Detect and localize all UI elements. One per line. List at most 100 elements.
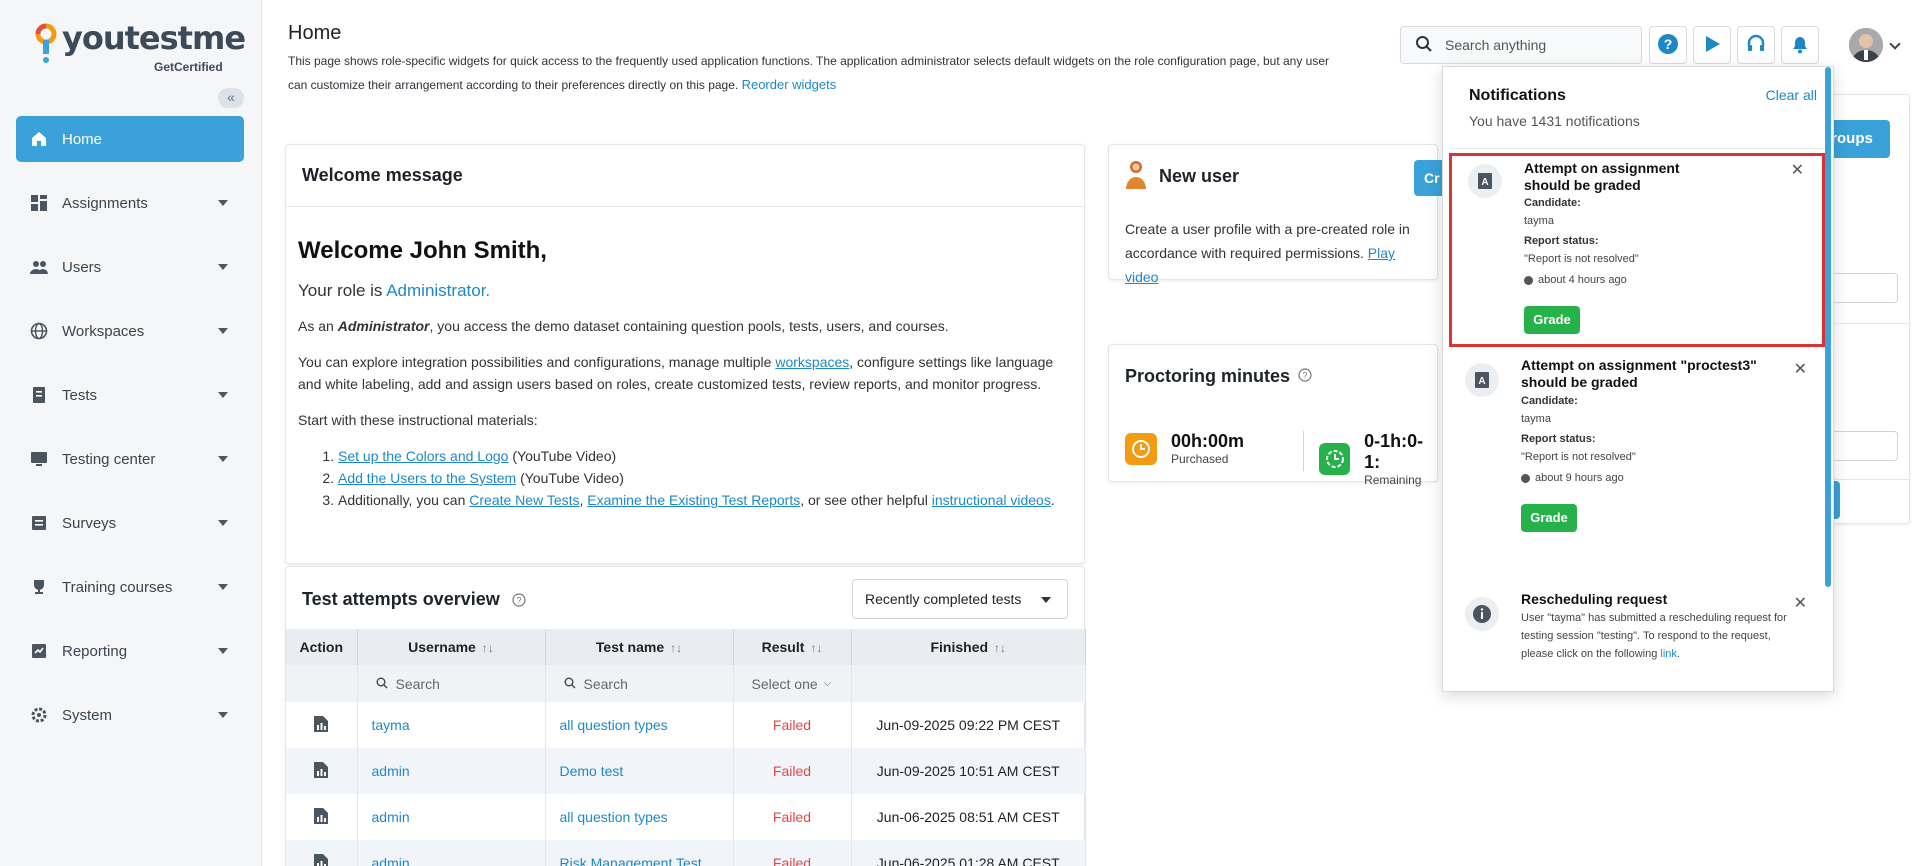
notification-item[interactable]: Rescheduling request ✕ User "tayma" has … [1449, 591, 1825, 691]
attempts-filter-dropdown[interactable]: Recently completed tests [852, 579, 1068, 619]
column-header-username[interactable]: Username ↑↓ [357, 629, 546, 665]
instructional-videos-link[interactable]: instructional videos [932, 492, 1051, 508]
clear-all-button[interactable]: Clear all [1766, 87, 1817, 103]
test-name-link[interactable]: all question types [560, 809, 668, 825]
purchased-stat: 00h:00m Purchased [1125, 431, 1244, 466]
username-filter[interactable]: Search [357, 665, 546, 702]
sidebar-item-tests[interactable]: Tests [16, 372, 244, 418]
chevron-down-icon [218, 264, 228, 270]
column-header-result[interactable]: Result ↑↓ [733, 629, 852, 665]
svg-text:?: ? [1664, 36, 1673, 52]
support-button[interactable] [1737, 26, 1775, 64]
sidebar-item-testing-center[interactable]: Testing center [16, 436, 244, 482]
sidebar-item-label: Training courses [62, 578, 173, 596]
new-user-text: Create a user profile with a pre-created… [1109, 207, 1437, 299]
report-status-label: Report status: [1521, 433, 1596, 445]
svg-text:?: ? [1303, 370, 1308, 380]
play-tutorial-button[interactable] [1693, 26, 1731, 64]
help-button[interactable]: ? [1649, 26, 1687, 64]
search-input[interactable]: Search anything [1445, 37, 1546, 53]
p1-prefix: As an [298, 318, 338, 334]
testname-filter-input[interactable]: Search [584, 676, 628, 692]
candidate-label: Candidate: [1521, 395, 1578, 407]
instructional-list: Set up the Colors and Logo (YouTube Vide… [338, 445, 1072, 511]
create-user-button[interactable]: Cr [1414, 160, 1444, 196]
notification-item[interactable]: A Attempt on assignment "proctest3" shou… [1449, 355, 1825, 535]
test-name-link[interactable]: all question types [560, 717, 668, 733]
sidebar-item-label: Workspaces [62, 322, 145, 340]
sidebar-item-training-courses[interactable]: Training courses [16, 564, 244, 610]
username-filter-input[interactable]: Search [396, 676, 440, 692]
chevron-down-icon [218, 200, 228, 206]
close-icon[interactable]: ✕ [1794, 359, 1807, 379]
sidebar-item-surveys[interactable]: Surveys [16, 500, 244, 546]
add-users-link[interactable]: Add the Users to the System [338, 470, 516, 486]
grade-button[interactable]: Grade [1521, 504, 1577, 532]
collapse-sidebar-icon[interactable]: « [218, 88, 244, 108]
workspaces-link[interactable]: workspaces [775, 354, 849, 370]
notifications-panel: Notifications You have 1431 notification… [1442, 66, 1834, 692]
remaining-label: Remaining [1364, 473, 1422, 487]
global-search[interactable]: Search anything [1400, 26, 1642, 64]
notification-title: Rescheduling request [1521, 591, 1668, 607]
testname-filter[interactable]: Search [545, 665, 734, 702]
info-icon [1465, 597, 1499, 631]
result-filter-select[interactable]: Select one [752, 676, 818, 692]
sidebar-item-users[interactable]: Users [16, 244, 244, 290]
colors-logo-link[interactable]: Set up the Colors and Logo [338, 448, 508, 464]
create-tests-link[interactable]: Create New Tests [469, 492, 579, 508]
chevron-down-icon [218, 648, 228, 654]
reorder-widgets-link[interactable]: Reorder widgets [742, 77, 837, 92]
list-item: Additionally, you can Create New Tests , … [338, 489, 1072, 511]
result-filter[interactable]: Select one ⌵ [733, 665, 852, 702]
test-name-link[interactable]: Demo test [560, 763, 624, 779]
list-item-text: (YouTube Video) [508, 448, 617, 464]
column-header-test-name[interactable]: Test name ↑↓ [545, 629, 734, 665]
user-avatar-icon [1125, 160, 1147, 193]
column-header-finished[interactable]: Finished ↑↓ [851, 629, 1086, 665]
username-link[interactable]: tayma [372, 717, 410, 733]
report-action-icon[interactable] [286, 840, 358, 866]
help-icon: ? [1657, 33, 1679, 58]
report-action-icon[interactable] [286, 748, 358, 794]
welcome-heading: Welcome John Smith, [298, 237, 547, 264]
sort-icon: ↑↓ [810, 641, 823, 655]
close-icon[interactable]: ✕ [1791, 160, 1804, 180]
notifications-scrollbar[interactable] [1825, 67, 1831, 587]
rescheduling-link[interactable]: link [1660, 648, 1677, 660]
sidebar-item-reporting[interactable]: Reporting [16, 628, 244, 674]
result-cell: Failed [733, 748, 852, 794]
column-label: Finished [930, 639, 989, 655]
chevron-down-icon[interactable] [1889, 38, 1901, 50]
sidebar-item-home[interactable]: Home [16, 116, 244, 162]
sidebar-item-label: Assignments [62, 194, 148, 212]
monitor-icon [30, 450, 48, 468]
sidebar-item-workspaces[interactable]: Workspaces [16, 308, 244, 354]
avatar[interactable] [1849, 28, 1883, 62]
report-action-icon[interactable] [286, 702, 358, 748]
logo-text: youtestme [62, 19, 246, 57]
report-status-value: "Report is not resolved" [1521, 451, 1636, 463]
notification-body: User "tayma" has submitted a reschedulin… [1521, 612, 1787, 660]
candidate-label: Candidate: [1524, 197, 1581, 209]
welcome-paragraph-3: Start with these instructional materials… [298, 412, 538, 428]
candidate-value: tayma [1521, 413, 1551, 425]
report-action-icon[interactable] [286, 794, 358, 840]
sidebar-item-system[interactable]: System [16, 692, 244, 738]
time-text: about 4 hours ago [1538, 274, 1627, 286]
notifications-button[interactable] [1781, 26, 1819, 64]
grade-button[interactable]: Grade [1524, 306, 1580, 334]
notification-time: about 9 hours ago [1521, 472, 1624, 484]
list-item-text: (YouTube Video) [516, 470, 624, 486]
divider [1303, 431, 1304, 471]
notification-item[interactable]: A Attempt on assignment should be graded… [1449, 153, 1825, 347]
welcome-card-title: Welcome message [302, 165, 463, 185]
username-link[interactable]: admin [372, 809, 410, 825]
username-link[interactable]: admin [372, 855, 410, 866]
list-item-text: Additionally, you can [338, 492, 470, 508]
test-reports-link[interactable]: Examine the Existing Test Reports [587, 492, 800, 508]
username-link[interactable]: admin [372, 763, 410, 779]
sidebar-item-assignments[interactable]: Assignments [16, 180, 244, 226]
test-name-link[interactable]: Risk Management Test [560, 855, 702, 866]
notification-title: Attempt on assignment should be graded [1524, 160, 1680, 193]
